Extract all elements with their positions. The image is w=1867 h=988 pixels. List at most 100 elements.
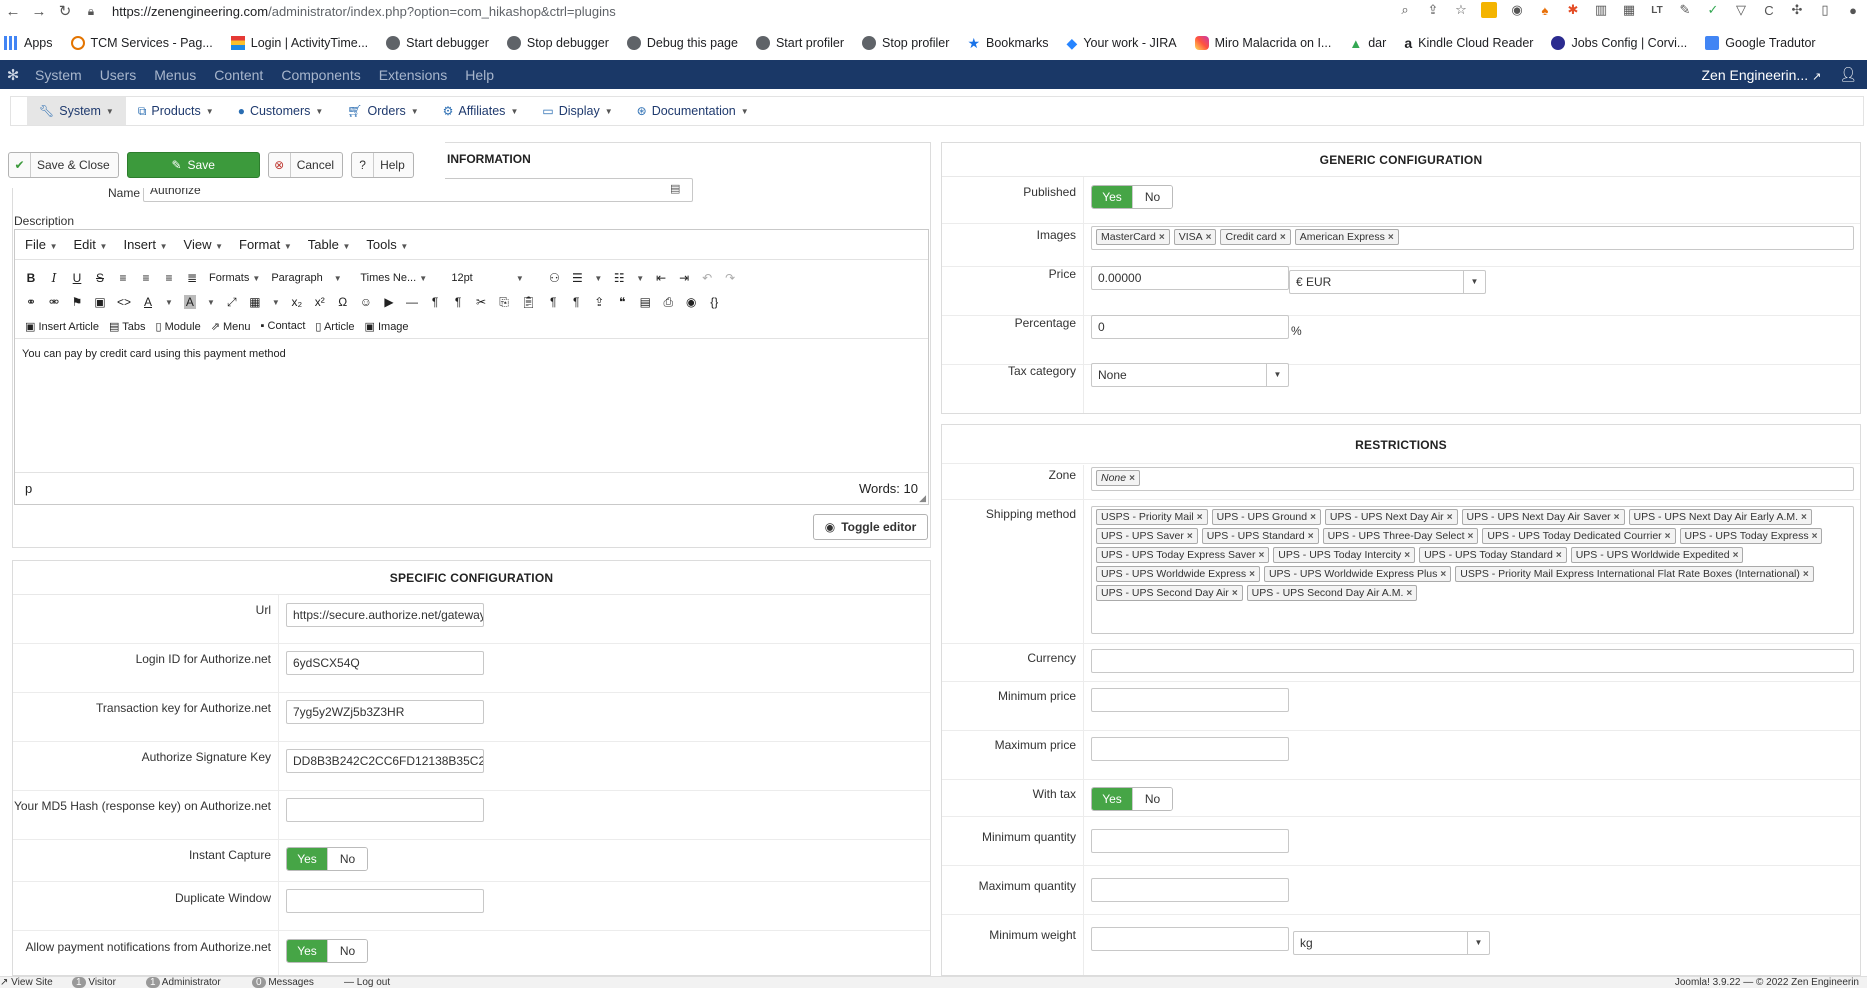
no-option[interactable]: No [1132, 788, 1172, 810]
nav-customers[interactable]: ● Customers ▼ [226, 97, 336, 125]
puzzle-icon[interactable]: ✣ [1789, 2, 1805, 18]
extension-icon[interactable]: LT [1649, 2, 1665, 18]
messages-indicator[interactable]: 0 Messages [252, 977, 314, 988]
visitors-indicator[interactable]: 1 Visitor [72, 977, 116, 988]
forward-icon[interactable]: → [26, 3, 52, 20]
admins-indicator[interactable]: 1 Administrator [146, 977, 221, 988]
user-icon[interactable]: 👤︎ [1839, 66, 1857, 83]
source-code-icon[interactable]: {} [708, 295, 720, 309]
nav-documentation[interactable]: ⊛ Documentation ▼ [625, 97, 761, 125]
images-tag-input[interactable]: MasterCard × VISA × Credit card × American … [1091, 226, 1854, 250]
redo-icon[interactable]: ↷ [724, 271, 736, 285]
image-button[interactable]: ▣ Image [365, 320, 409, 333]
min-price-input[interactable] [1091, 688, 1289, 712]
upload-icon[interactable]: ⇪ [593, 295, 605, 309]
nav-system[interactable]: 🔧︎ System ▼ [27, 97, 126, 125]
preview-icon[interactable]: ◉ [685, 295, 697, 309]
copy-icon[interactable]: ⎘ [498, 295, 510, 310]
chevron-down-icon[interactable]: ▼ [594, 274, 602, 283]
ltr-icon[interactable]: ¶ [429, 295, 441, 309]
zone-tag-input[interactable]: None × [1091, 467, 1854, 491]
table-icon[interactable]: ▦ [249, 295, 261, 309]
bookmark-instagram[interactable]: Miro Malacrida on I... [1194, 36, 1331, 50]
bold-icon[interactable]: B [25, 271, 37, 285]
omega-icon[interactable]: Ω [337, 295, 349, 309]
editor-menu-view[interactable]: View ▼ [184, 237, 224, 252]
element-path[interactable]: p [25, 481, 32, 496]
published-toggle[interactable]: Yes No [1091, 185, 1173, 209]
bookmark-bookmarks[interactable]: ★ Bookmarks [967, 35, 1048, 52]
menu-system[interactable]: System [26, 67, 91, 83]
subscript-icon[interactable]: x₂ [291, 295, 303, 309]
star-icon[interactable]: ☆ [1453, 2, 1469, 18]
underline-icon[interactable]: U [71, 271, 83, 285]
anchor-icon[interactable]: ⚑ [71, 295, 83, 309]
md5-hash-input[interactable] [286, 798, 484, 822]
remove-icon[interactable]: × [1249, 569, 1255, 580]
menu-help[interactable]: Help [456, 67, 503, 83]
extension-icon[interactable]: ✎ [1677, 2, 1693, 18]
chevron-down-icon[interactable]: ▼ [207, 298, 215, 307]
remove-icon[interactable]: × [1447, 512, 1453, 523]
text-color-icon[interactable]: A [142, 295, 154, 309]
remove-icon[interactable]: × [1308, 531, 1314, 542]
remove-icon[interactable]: × [1801, 512, 1807, 523]
nav-display[interactable]: ▭ Display ▼ [530, 97, 624, 125]
strikethrough-icon[interactable]: S [94, 271, 106, 285]
remove-icon[interactable]: × [1468, 531, 1474, 542]
editor-menu-format[interactable]: Format ▼ [239, 237, 292, 252]
align-justify-icon[interactable]: ≣ [186, 271, 198, 285]
menu-users[interactable]: Users [91, 67, 146, 83]
bullet-list-icon[interactable]: ☰ [571, 271, 583, 285]
indent-icon[interactable]: ⇥ [678, 271, 690, 285]
notifications-toggle[interactable]: Yes No [286, 939, 368, 963]
bookmark-stop-debugger[interactable]: Stop debugger [506, 36, 609, 50]
profile-icon[interactable]: ● [1845, 2, 1861, 18]
editor-content[interactable]: You can pay by credit card using this pa… [15, 338, 928, 473]
menu-extensions[interactable]: Extensions [370, 67, 456, 83]
bookmark-tcm[interactable]: TCM Services - Pag... [70, 36, 213, 50]
remove-icon[interactable]: × [1159, 232, 1165, 243]
menu-button[interactable]: ⇗ Menu [211, 320, 251, 333]
weight-unit-select[interactable]: kg ▼ [1293, 931, 1490, 955]
remove-icon[interactable]: × [1803, 569, 1809, 580]
no-option[interactable]: No [327, 848, 367, 870]
template-icon[interactable]: ▤ [639, 295, 651, 309]
toggle-editor-button[interactable]: ◉ Toggle editor [813, 514, 928, 540]
signature-key-input[interactable]: DD8B3B242C2CC6FD12138B35C2 [286, 749, 484, 773]
bookmark-start-profiler[interactable]: Start profiler [755, 36, 844, 50]
hr-icon[interactable]: — [406, 295, 418, 309]
undo-icon[interactable]: ↶ [701, 271, 713, 285]
fullscreen-icon[interactable]: ⤢ [226, 295, 238, 310]
bookmark-stop-profiler[interactable]: Stop profiler [862, 36, 949, 50]
font-dropdown[interactable]: Times Ne... ▼ [360, 272, 440, 284]
no-option[interactable]: No [327, 940, 367, 962]
duplicate-window-input[interactable] [286, 889, 484, 913]
view-site-link[interactable]: ↗ View Site [0, 977, 53, 988]
formats-dropdown[interactable]: Formats ▼ [209, 272, 260, 284]
align-right-icon[interactable]: ≡ [163, 271, 175, 285]
editor-menu-table[interactable]: Table ▼ [308, 237, 351, 252]
extension-icon[interactable]: ▦ [1621, 2, 1637, 18]
price-currency-select[interactable]: € EUR ▼ [1289, 270, 1486, 294]
remove-icon[interactable]: × [1258, 550, 1264, 561]
paste-icon[interactable]: 📋︎ [521, 295, 536, 309]
editor-menu-edit[interactable]: Edit ▼ [74, 237, 108, 252]
yes-option[interactable]: Yes [1092, 186, 1132, 208]
tabs-button[interactable]: ▤ Tabs [109, 320, 146, 333]
remove-icon[interactable]: × [1556, 550, 1562, 561]
editor-menu-insert[interactable]: Insert ▼ [123, 237, 167, 252]
align-center-icon[interactable]: ≡ [140, 271, 152, 285]
help-button[interactable]: ? Help [351, 152, 414, 178]
remove-icon[interactable]: × [1388, 232, 1394, 243]
chevron-down-icon[interactable]: ▼ [636, 274, 644, 283]
remove-icon[interactable]: × [1232, 588, 1238, 599]
extension-icon[interactable]: C [1761, 2, 1777, 18]
chevron-down-icon[interactable]: ▼ [272, 298, 280, 307]
bookmark-dar[interactable]: ▲ dar [1349, 36, 1386, 51]
emoticon-icon[interactable]: ☺ [360, 295, 372, 309]
contact-button[interactable]: ▪ Contact [261, 320, 306, 332]
module-button[interactable]: ▯ Module [156, 320, 201, 333]
chevron-down-icon[interactable]: ▼ [165, 298, 173, 307]
remove-icon[interactable]: × [1197, 512, 1203, 523]
